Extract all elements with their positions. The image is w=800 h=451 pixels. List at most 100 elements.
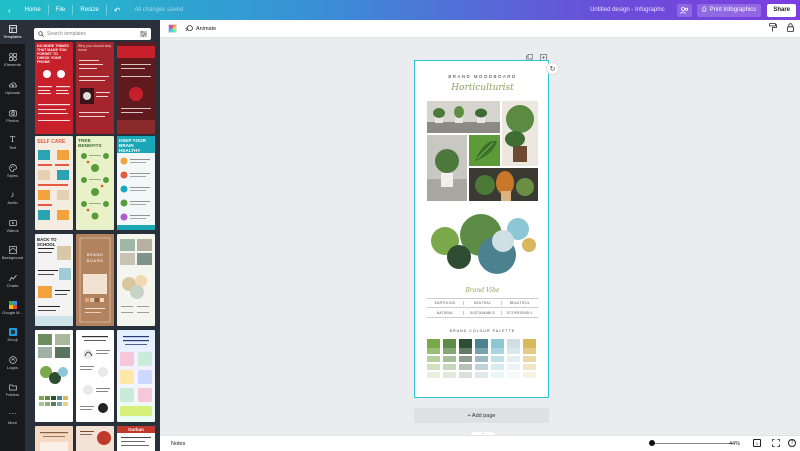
palette-swatch — [459, 364, 472, 370]
brand-vibe-table[interactable]: EARTHLING NEUTRAL BEAUTIFUL NATURAL SUST… — [427, 298, 538, 318]
template-title: Gurkan — [117, 426, 155, 433]
video-icon — [8, 220, 17, 226]
moodboard-title[interactable]: Horticulturist — [415, 83, 550, 93]
left-rail: Templates Elements Uploads Photos T Text… — [0, 20, 25, 451]
template-thumbnail[interactable] — [76, 330, 114, 422]
template-thumbnail[interactable] — [117, 234, 155, 326]
printer-icon: ⎙ — [701, 6, 707, 13]
color-picker-swatch[interactable] — [168, 24, 177, 33]
rail-item-uploads[interactable]: Uploads — [0, 81, 25, 95]
add-page-button[interactable]: + Add page — [414, 408, 549, 423]
template-search[interactable]: Search templates — [34, 28, 151, 40]
rail-item-more[interactable]: ··· More — [0, 409, 25, 426]
rail-item-logos[interactable]: Logos — [0, 356, 25, 370]
template-thumbnail[interactable] — [117, 42, 155, 134]
help-icon[interactable]: ? — [788, 439, 796, 447]
palette-icon — [8, 164, 17, 172]
palette-swatch — [507, 356, 520, 362]
shapes-icon — [8, 53, 17, 61]
more-icon: ··· — [8, 409, 17, 418]
file-menu-button[interactable]: File — [49, 0, 73, 20]
back-chevron-icon[interactable]: ‹ — [0, 0, 18, 20]
rail-item-background[interactable]: Background — [0, 246, 25, 260]
rail-item-videos[interactable]: Videos — [0, 219, 25, 233]
template-thumbnail[interactable]: DO MORE THINGS THAT MAKE YOU FORGET TO C… — [35, 42, 73, 134]
palette-swatch — [475, 356, 488, 362]
template-thumbnail[interactable]: Gurkan — [117, 426, 155, 451]
palette-swatch — [459, 372, 472, 378]
save-status: All changes saved — [134, 7, 184, 13]
rail-label: Templates — [3, 34, 22, 39]
resize-button[interactable]: Resize — [73, 0, 105, 20]
palette-swatch — [443, 348, 456, 354]
folder-icon — [8, 384, 17, 391]
rail-item-elements[interactable]: Elements — [0, 53, 25, 67]
team-icon[interactable] — [676, 3, 692, 17]
animate-icon — [185, 24, 193, 31]
notes-button[interactable]: Notes — [171, 441, 185, 447]
search-icon — [38, 31, 44, 37]
template-thumbnail[interactable]: BRAND BOARD — [76, 234, 114, 326]
search-input[interactable]: Search templates — [47, 31, 86, 37]
rail-item-styles[interactable]: Styles — [0, 164, 25, 178]
template-thumbnail[interactable]: SELF CARE — [35, 136, 73, 230]
rail-item-audio[interactable]: ♪ Audio — [0, 191, 25, 206]
palette-swatch — [459, 356, 472, 362]
palette-swatch — [427, 364, 440, 370]
rail-item-charts[interactable]: Charts — [0, 274, 25, 288]
rail-label: Emoji — [7, 337, 18, 342]
rail-item-photos[interactable]: Photos — [0, 109, 25, 123]
rail-label: Styles — [7, 173, 18, 178]
fullscreen-icon[interactable] — [772, 439, 780, 449]
palette-swatch — [507, 348, 520, 354]
animate-button[interactable]: Animate — [185, 24, 216, 33]
template-thumbnail[interactable] — [76, 426, 114, 451]
lock-icon[interactable] — [787, 23, 794, 34]
template-thumbnail[interactable] — [35, 426, 73, 451]
template-icon — [8, 25, 17, 33]
template-thumbnail[interactable] — [117, 330, 155, 422]
palette-swatch — [507, 364, 520, 370]
vibe-word: SUSTAINABLE — [463, 310, 500, 315]
zoom-level[interactable]: 44% — [729, 441, 740, 447]
brand-colour-palette[interactable] — [427, 339, 538, 387]
palette-swatch — [443, 356, 456, 362]
rail-item-text[interactable]: T Text — [0, 136, 25, 151]
print-label: Print Infographics — [709, 7, 757, 13]
print-infographics-button[interactable]: ⎙ Print Infographics — [696, 3, 762, 17]
document-title[interactable]: Untitled design - Infographic — [590, 7, 677, 13]
bottom-bar: Notes 44% 1 ? — [160, 435, 800, 451]
template-thumbnail[interactable]: Why you should stay home — [76, 42, 114, 134]
share-button[interactable]: Share — [767, 3, 796, 17]
rail-item-folders[interactable]: Folders — [0, 383, 25, 397]
paint-roller-icon[interactable] — [769, 23, 777, 34]
rail-label: Elements — [4, 62, 21, 67]
zoom-slider-handle[interactable] — [649, 440, 655, 446]
template-thumbnail[interactable] — [35, 330, 73, 422]
brand-vibe-title[interactable]: Brand Vibe — [415, 287, 550, 294]
rail-item-google-maps[interactable]: Google M... — [0, 301, 25, 315]
plant-photo-collage[interactable] — [427, 101, 538, 205]
home-button[interactable]: Home — [18, 0, 48, 20]
design-page[interactable]: ↻ BRAND MOODBOARD Horticulturist Brand V… — [414, 60, 559, 398]
templates-panel: Search templates DO MORE THINGS THAT MAK… — [25, 20, 160, 451]
template-thumbnail[interactable]: KEEP YOUR BRAIN HEALTHY — [117, 136, 155, 230]
palette-swatch — [523, 356, 536, 362]
undo-icon[interactable]: ↶ — [107, 0, 128, 20]
rail-label: Videos — [6, 228, 19, 233]
filter-icon[interactable] — [140, 31, 147, 37]
palette-swatch — [443, 372, 456, 378]
template-thumbnail[interactable]: TREE BENEFITS — [76, 136, 114, 230]
moodboard-header[interactable]: BRAND MOODBOARD — [415, 74, 550, 79]
template-thumbnail[interactable]: BACK TO SCHOOL — [35, 234, 73, 326]
vibe-word: NEUTRAL — [463, 301, 500, 305]
vibe-word: NATURAL — [436, 310, 454, 315]
palette-swatch — [507, 372, 520, 378]
rail-item-templates[interactable]: Templates — [0, 20, 25, 44]
brand-color-circles[interactable] — [425, 211, 540, 279]
rail-item-emoji[interactable]: Emoji — [0, 328, 25, 342]
palette-title[interactable]: BRAND COLOUR PALETTE — [415, 329, 550, 333]
page-count-badge[interactable]: 1 — [753, 439, 761, 447]
zoom-slider-track[interactable] — [649, 443, 733, 444]
canvas-toolbar: Animate — [160, 20, 800, 38]
